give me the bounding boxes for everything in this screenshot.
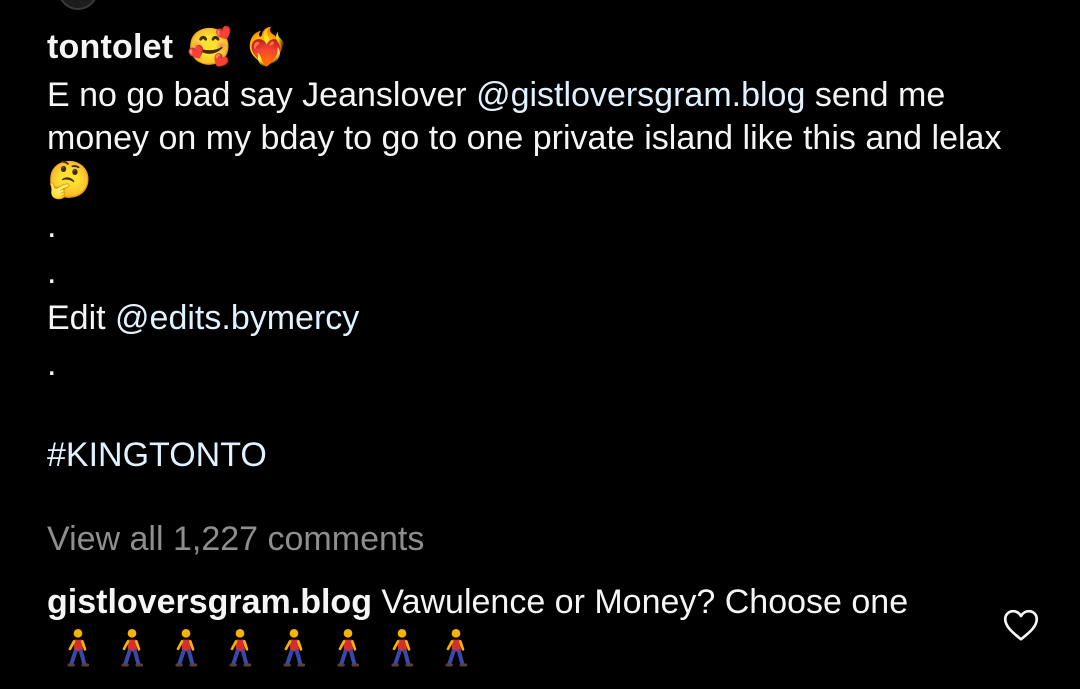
person-walking-icon — [391, 629, 414, 667]
edit-prefix: Edit — [47, 299, 116, 337]
mention-edits-bymercy[interactable]: @edits.bymercy — [115, 299, 359, 337]
person-walking-icon — [67, 629, 90, 667]
person-walking-icon — [229, 629, 252, 667]
thinking-face-icon: 🤔 — [47, 159, 92, 200]
person-walking-icon — [175, 629, 198, 667]
walking-emoji-row — [61, 628, 473, 668]
view-all-comments-link[interactable]: View all 1,227 comments — [47, 516, 424, 562]
hashtag-line: #KINGTONTO — [47, 432, 1022, 478]
person-walking-icon — [121, 629, 144, 667]
heart-outline-icon[interactable] — [1003, 608, 1039, 642]
caption-dot: . — [47, 345, 57, 383]
username-emojis: 🥰 ❤️‍🔥 — [187, 29, 289, 65]
caption-text-part1: E no go bad say Jeanslover — [47, 76, 477, 114]
caption-dot: . — [47, 253, 57, 291]
post-username[interactable]: tontolet — [47, 28, 173, 67]
comment: gistloversgram.blog Vawulence or Money? … — [47, 580, 977, 668]
caption-dot: . — [47, 207, 57, 245]
person-walking-icon — [445, 629, 468, 667]
caption-header: tontolet 🥰 ❤️‍🔥 — [47, 22, 1022, 72]
person-walking-icon — [283, 629, 306, 667]
caption-body: E no go bad say Jeanslover @gistloversgr… — [47, 74, 1022, 203]
smiling-face-with-hearts-icon: 🥰 — [187, 26, 233, 67]
heart-on-fire-icon: ❤️‍🔥 — [244, 26, 289, 67]
avatar[interactable] — [58, 0, 98, 10]
post-caption: tontolet 🥰 ❤️‍🔥 E no go bad say Jeanslov… — [47, 22, 1022, 478]
edit-credit: Edit @edits.bymercy — [47, 295, 1022, 341]
mention-gistloversgram[interactable]: @gistloversgram.blog — [476, 76, 805, 114]
comment-text: Vawulence or Money? Choose one — [371, 583, 909, 621]
hashtag-kingtonto[interactable]: #KINGTONTO — [47, 436, 267, 474]
person-walking-icon — [337, 629, 360, 667]
comment-username[interactable]: gistloversgram.blog — [47, 583, 372, 621]
